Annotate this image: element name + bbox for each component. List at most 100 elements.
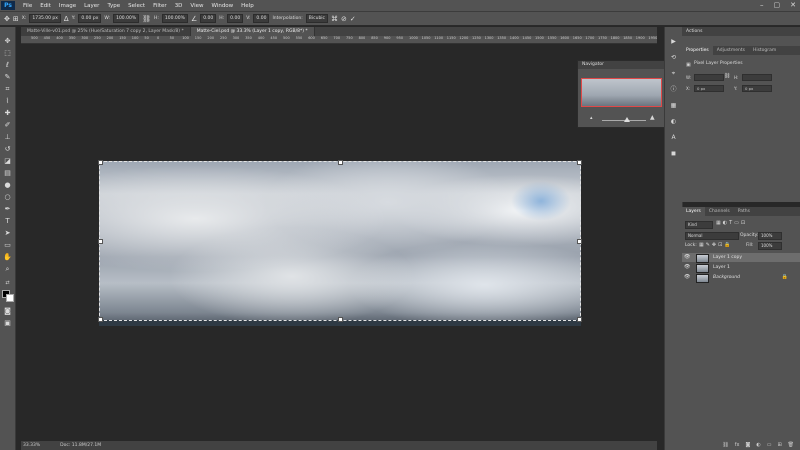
menu-help[interactable]: Help: [241, 3, 254, 9]
eye-icon[interactable]: 👁: [684, 263, 690, 272]
type-tool-icon[interactable]: T: [3, 217, 12, 226]
styles-icon[interactable]: ◼: [669, 149, 678, 158]
rectangle-tool-icon[interactable]: ▭: [3, 241, 12, 250]
warp-icon[interactable]: ⌘: [331, 15, 338, 23]
menu-image[interactable]: Image: [59, 3, 76, 9]
navigator-thumbnail[interactable]: [581, 78, 662, 107]
gradient-tool-icon[interactable]: ▤: [3, 169, 12, 178]
transform-handle-bottom-right[interactable]: [577, 317, 582, 322]
transform-handle-right[interactable]: [577, 239, 582, 244]
menu-3d[interactable]: 3D: [175, 3, 183, 9]
h-field[interactable]: 100.00%: [161, 14, 188, 23]
delta-icon[interactable]: Δ: [64, 15, 69, 23]
fx-icon[interactable]: fx: [735, 442, 740, 448]
vskew-field[interactable]: 0.00: [253, 14, 270, 23]
fill-field[interactable]: 100%: [758, 242, 782, 250]
menu-layer[interactable]: Layer: [84, 3, 99, 9]
prop-link-icon[interactable]: ⛓: [724, 73, 730, 79]
minimize-icon[interactable]: –: [760, 1, 764, 9]
lasso-tool-icon[interactable]: ℓ: [3, 61, 12, 70]
transform-handle-top[interactable]: [338, 160, 343, 165]
history-icon[interactable]: ⟲: [669, 53, 678, 62]
x-field[interactable]: 1735.00 px: [29, 14, 61, 23]
screen-mode-icon[interactable]: ▣: [3, 319, 12, 328]
w-field[interactable]: 100.00%: [113, 14, 140, 23]
doc-size[interactable]: Doc: 11.8M/27.1M: [60, 443, 101, 448]
layer-filter-kind[interactable]: Kind: [685, 221, 713, 229]
link-layers-icon[interactable]: ⛓: [722, 442, 728, 448]
path-selection-tool-icon[interactable]: ➤: [3, 229, 12, 238]
navigator-title[interactable]: Navigator: [578, 61, 665, 69]
blend-mode-select[interactable]: Normal: [685, 232, 739, 240]
swatches-icon[interactable]: ▦: [669, 101, 678, 110]
layer-row[interactable]: 👁 Background 🔒: [682, 273, 800, 283]
layer-filter-icons[interactable]: ▦◐T▭⊡: [716, 220, 747, 226]
tab-paths[interactable]: Paths: [734, 207, 754, 216]
transform-bounding-box[interactable]: [98, 160, 582, 322]
info-icon[interactable]: ⓘ: [669, 85, 678, 94]
quick-mask-icon[interactable]: ◙: [3, 307, 12, 316]
menu-file[interactable]: File: [23, 3, 32, 9]
add-mask-icon[interactable]: ◙: [745, 442, 750, 448]
history-brush-tool-icon[interactable]: ↺: [3, 145, 12, 154]
cancel-transform-icon[interactable]: ⊘: [341, 15, 347, 23]
menu-select[interactable]: Select: [128, 3, 145, 9]
tab-adjustments[interactable]: Adjustments: [713, 46, 749, 55]
new-group-icon[interactable]: ▭: [767, 442, 772, 448]
prop-w-field[interactable]: [694, 74, 724, 81]
layer-row[interactable]: 👁 Layer 1 copy: [682, 253, 800, 263]
interpolation-select[interactable]: Bicubic: [305, 14, 329, 23]
prop-h-field[interactable]: [742, 74, 772, 81]
zoom-level[interactable]: 33.33%: [23, 443, 40, 448]
quick-select-tool-icon[interactable]: ✎: [3, 73, 12, 82]
adjustments-icon[interactable]: ◐: [669, 117, 678, 126]
crop-tool-icon[interactable]: ⌗: [3, 85, 12, 94]
tab-matte-ville[interactable]: Matte-Ville-v01.psd @ 25% (Hue/Saturatio…: [21, 27, 191, 36]
prop-y-field[interactable]: 0 px: [742, 85, 772, 92]
zoom-tool-icon[interactable]: ⌕: [3, 265, 12, 274]
transform-handle-top-right[interactable]: [577, 160, 582, 165]
tab-histogram[interactable]: Histogram: [749, 46, 780, 55]
commit-transform-icon[interactable]: ✓: [350, 15, 356, 23]
lock-icons[interactable]: ▦✎✥⊡🔒: [699, 242, 733, 248]
background-color-swatch[interactable]: [6, 294, 14, 302]
prop-x-field[interactable]: 0 px: [694, 85, 724, 92]
move-tool-icon[interactable]: ✥: [3, 37, 12, 46]
eraser-tool-icon[interactable]: ◪: [3, 157, 12, 166]
maximize-icon[interactable]: ▢: [774, 1, 781, 9]
character-icon[interactable]: A: [669, 133, 678, 142]
healing-brush-tool-icon[interactable]: ✚: [3, 109, 12, 118]
move-tool-preset-icon[interactable]: ✥: [4, 15, 10, 23]
menu-edit[interactable]: Edit: [40, 3, 51, 9]
layer-row[interactable]: 👁 Layer 1: [682, 263, 800, 273]
transform-handle-bottom[interactable]: [338, 317, 343, 322]
tab-layers[interactable]: Layers: [682, 207, 705, 216]
reference-point-icon[interactable]: ⊞: [13, 15, 19, 23]
actions-panel-header[interactable]: Actions: [682, 27, 800, 36]
tab-channels[interactable]: Channels: [705, 207, 734, 216]
opacity-field[interactable]: 100%: [758, 232, 782, 240]
y-field[interactable]: 0.00 px: [78, 14, 102, 23]
zoom-in-icon[interactable]: ▲: [650, 114, 655, 121]
zoom-out-icon[interactable]: ▴: [590, 115, 593, 121]
actions-icon[interactable]: ▶: [669, 37, 678, 46]
hskew-field[interactable]: 0.00: [227, 14, 244, 23]
brush-tool-icon[interactable]: ✐: [3, 121, 12, 130]
marquee-tool-icon[interactable]: ⬚: [3, 49, 12, 58]
hand-tool-icon[interactable]: ✋: [3, 253, 12, 262]
eye-icon[interactable]: 👁: [684, 273, 690, 282]
clone-stamp-tool-icon[interactable]: ⊥: [3, 133, 12, 142]
eye-icon[interactable]: 👁: [684, 253, 690, 262]
tab-matte-ciel[interactable]: Matte-Ciel.psd @ 33.3% (Layer 1 copy, RG…: [190, 27, 315, 36]
delete-layer-icon[interactable]: 🗑: [788, 442, 794, 448]
angle-field[interactable]: 0.00: [200, 14, 217, 23]
menu-type[interactable]: Type: [107, 3, 120, 9]
close-icon[interactable]: ✕: [790, 1, 796, 9]
transform-handle-top-left[interactable]: [98, 160, 103, 165]
blur-tool-icon[interactable]: ●: [3, 181, 12, 190]
dodge-tool-icon[interactable]: ○: [3, 193, 12, 202]
transform-handle-left[interactable]: [98, 239, 103, 244]
navigator-zoom-knob[interactable]: [624, 117, 630, 122]
adjustment-layer-icon[interactable]: ◐: [756, 442, 760, 448]
menu-view[interactable]: View: [190, 3, 203, 9]
